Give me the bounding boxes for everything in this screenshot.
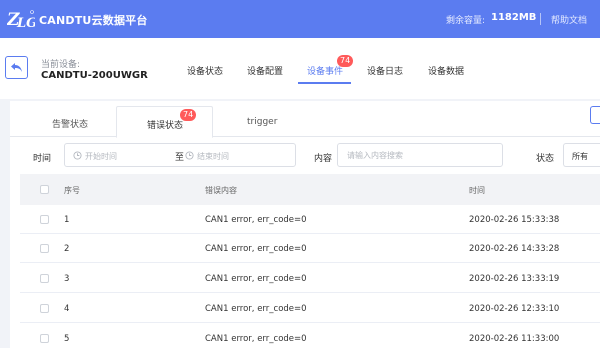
row-time: 2020-02-26 13:33:19 [469,274,560,284]
date-range-picker[interactable]: 开始时间 至 结束时间 [64,143,296,167]
help-docs-link[interactable]: 帮助文档 [551,13,587,26]
back-button[interactable] [5,56,28,79]
time-filter-label: 时间 [33,154,52,164]
table-row[interactable]: 1 CAN1 error, err_code=0 2020-02-26 15:3… [20,205,600,234]
zlg-logo: Z LG [7,10,35,30]
row-checkbox[interactable] [40,244,49,253]
row-time: 2020-02-26 11:33:00 [469,334,560,344]
row-index: 1 [64,215,70,225]
remaining-space-label: 剩余容量: [446,16,486,26]
sub-tab-bar [10,101,600,137]
row-error-content: CAN1 error, err_code=0 [205,304,307,314]
tab-device-data[interactable]: 设备数据 [428,64,464,77]
calendar-icon [185,151,194,160]
tab-device-events[interactable]: 设备事件 [307,64,343,77]
top-bar: Z LG CANDTU云数据平台 剩余容量: 1182MB 帮助文档 [0,0,600,38]
current-device-name: CANDTU-200UWGR [41,70,148,81]
panel-action-button[interactable] [590,106,600,124]
row-error-content: CAN1 error, err_code=0 [205,334,307,344]
row-error-content: CAN1 error, err_code=0 [205,274,307,284]
header-index: 序号 [64,186,80,195]
table-row[interactable]: 4 CAN1 error, err_code=0 2020-02-26 12:3… [20,294,600,323]
row-index: 4 [64,304,70,314]
current-device-label: 当前设备: [41,60,81,70]
app-title: CANDTU云数据平台 [39,14,148,27]
device-header [0,38,600,99]
start-time-placeholder[interactable]: 开始时间 [85,151,117,162]
back-arrow-icon [11,63,22,72]
events-count-badge: 74 [337,55,354,67]
header-error-content: 错误内容 [205,186,237,195]
table-row[interactable]: 5 CAN1 error, err_code=0 2020-02-26 11:3… [20,324,600,348]
range-separator: 至 [175,153,185,163]
tab-device-status[interactable]: 设备状态 [187,64,223,77]
table-header: 序号 错误内容 时间 [20,174,600,205]
header-time: 时间 [469,186,485,195]
row-checkbox[interactable] [40,215,49,224]
table-row[interactable]: 2 CAN1 error, err_code=0 2020-02-26 14:3… [20,234,600,263]
top-divider [540,13,541,25]
errors-count-badge: 74 [180,109,197,121]
subtab-error-status[interactable]: 错误状态 [147,118,183,131]
content-filter-label: 内容 [314,154,333,164]
row-index: 5 [64,334,70,344]
table-row[interactable]: 3 CAN1 error, err_code=0 2020-02-26 13:3… [20,264,600,293]
row-checkbox[interactable] [40,334,49,343]
row-time: 2020-02-26 14:33:28 [469,244,560,254]
row-checkbox[interactable] [40,304,49,313]
subtab-alarm-status[interactable]: 告警状态 [52,117,88,130]
row-error-content: CAN1 error, err_code=0 [205,215,307,225]
tab-device-config[interactable]: 设备配置 [247,64,283,77]
row-time: 2020-02-26 12:33:10 [469,304,560,314]
subtab-trigger[interactable]: trigger [247,117,277,127]
select-all-checkbox[interactable] [40,185,49,194]
row-checkbox[interactable] [40,274,49,283]
status-filter-label: 状态 [536,154,555,164]
active-tab-indicator [298,82,351,84]
status-select-value: 所有 [572,152,588,161]
row-time: 2020-02-26 15:33:38 [469,215,560,225]
tab-device-logs[interactable]: 设备日志 [367,64,403,77]
svg-text:LG: LG [16,16,35,30]
row-index: 2 [64,244,70,254]
calendar-icon [73,151,82,160]
remaining-space-value: 1182MB [491,12,537,23]
end-time-placeholder[interactable]: 结束时间 [197,151,229,162]
row-index: 3 [64,274,70,284]
status-select[interactable]: 所有 [563,143,600,167]
row-error-content: CAN1 error, err_code=0 [205,244,307,254]
content-search-input[interactable] [337,143,503,167]
